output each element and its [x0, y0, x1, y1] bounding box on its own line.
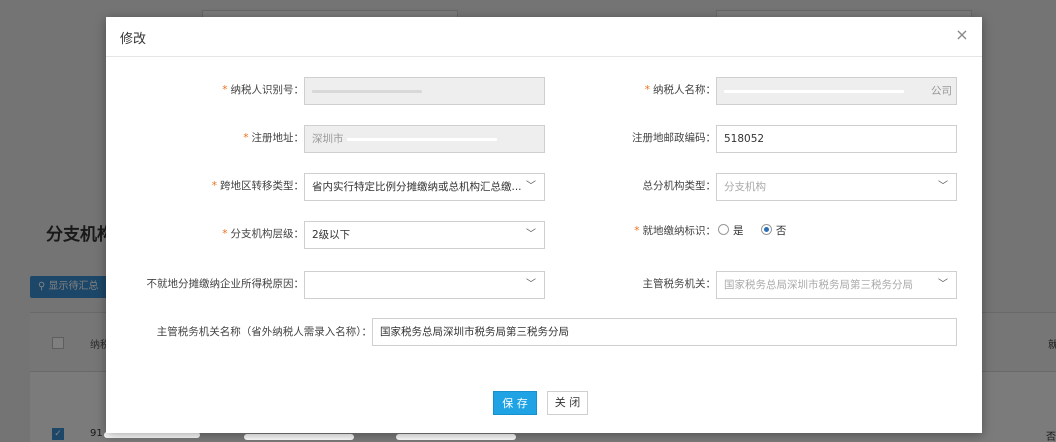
required-mark: * [644, 84, 650, 96]
reg-address-label: * 注册地址： [243, 132, 304, 144]
reg-postcode-input[interactable]: 518052 [716, 125, 957, 153]
cross-region-type-select[interactable]: 省内实行特定比例分摊缴纳或总机构汇总缴... ﹀ [304, 173, 545, 201]
local-pay-flag-label: * 就地缴纳标识： [634, 225, 716, 237]
redaction [244, 434, 354, 440]
taxpayer-name-label: * 纳税人名称： [644, 84, 716, 96]
required-mark: * [243, 132, 249, 144]
local-pay-yes-radio[interactable] [718, 224, 729, 235]
required-mark: * [222, 84, 228, 96]
local-pay-yes-label[interactable]: 是 [733, 225, 744, 237]
close-button[interactable]: 关 闭 [547, 391, 588, 415]
tax-authority-name-label: 主管税务机关名称（省外纳税人需录入名称）： [156, 326, 372, 338]
chevron-down-icon: ﹀ [938, 181, 948, 192]
branch-level-label: * 分支机构层级： [222, 228, 304, 240]
taxpayer-name-field[interactable]: 公司 [716, 77, 957, 105]
redaction [724, 89, 904, 93]
non-local-reason-select[interactable]: ﹀ [304, 271, 545, 299]
chevron-down-icon: ﹀ [526, 279, 536, 290]
chevron-down-icon: ﹀ [526, 181, 536, 192]
tax-authority-select[interactable]: 国家税务总局深圳市税务局第三税务分局 ﹀ [716, 271, 957, 299]
required-mark: * [211, 180, 217, 192]
reg-address-field[interactable]: 深圳市 [304, 125, 545, 153]
required-mark: * [222, 228, 228, 240]
branch-level-select[interactable]: 2级以下 ﹀ [304, 221, 545, 249]
tax-authority-name-input[interactable]: 国家税务总局深圳市税务局第三税务分局 [372, 318, 957, 346]
save-button[interactable]: 保 存 [493, 391, 537, 415]
tax-authority-label: 主管税务机关： [642, 278, 717, 290]
cross-region-type-label: * 跨地区转移类型： [211, 180, 304, 192]
reg-postcode-label: 注册地邮政编码： [632, 132, 716, 144]
dialog-header: 修改 × [106, 17, 982, 57]
local-pay-no-label[interactable]: 否 [776, 225, 787, 237]
taxpayer-id-field[interactable] [304, 77, 545, 105]
branch-type-select[interactable]: 分支机构 ﹀ [716, 173, 957, 201]
redaction [312, 89, 422, 93]
local-pay-no-radio[interactable] [760, 224, 772, 235]
redaction [396, 434, 516, 440]
taxpayer-id-label: * 纳税人识别号： [222, 84, 304, 96]
redaction [346, 137, 497, 141]
local-pay-flag-radios: 是 否 [718, 218, 800, 244]
non-local-reason-label: 不就地分摊缴纳企业所得税原因： [146, 278, 305, 290]
required-mark: * [634, 225, 640, 237]
dialog-title: 修改 [120, 32, 147, 47]
chevron-down-icon: ﹀ [938, 279, 948, 290]
branch-type-label: 总分机构类型： [642, 180, 717, 192]
close-icon[interactable]: × [954, 27, 970, 43]
edit-dialog: 修改 × * 纳税人识别号： * 纳税人名称： 公司 * 注册地址： 深圳市 注册地邮… [106, 17, 982, 433]
chevron-down-icon: ﹀ [526, 229, 536, 240]
